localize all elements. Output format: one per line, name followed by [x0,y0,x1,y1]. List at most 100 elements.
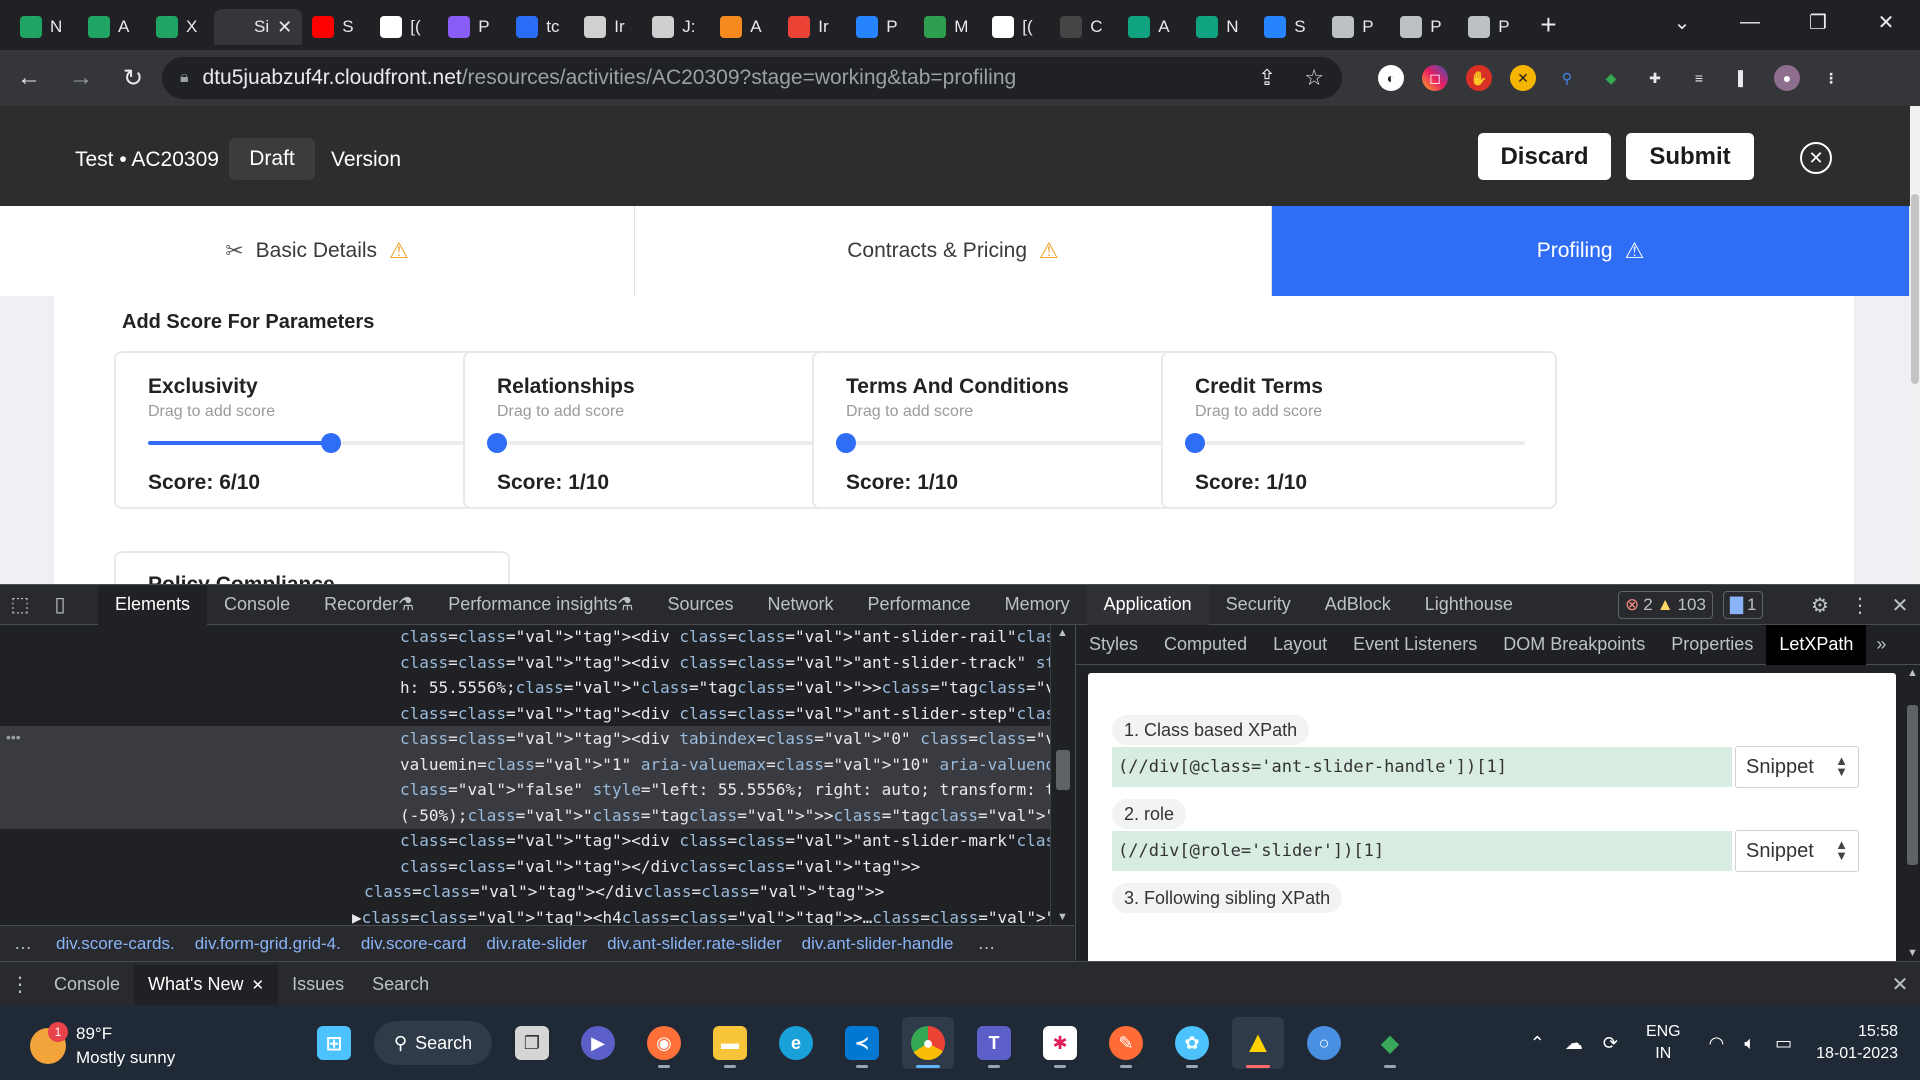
extension-instagram-icon[interactable]: ◻ [1422,65,1448,91]
breadcrumb-item[interactable]: div.rate-slider [476,934,597,954]
devtools-tab[interactable]: Console [207,585,307,625]
browser-tab[interactable]: C [1050,9,1118,45]
start-button[interactable]: ⊞ [308,1017,360,1069]
devtools-tab[interactable]: Recorder ⚗ [307,585,431,625]
settings-gear-icon[interactable]: ⚙ [1800,585,1840,625]
browser-tab[interactable]: P [1322,9,1390,45]
elements-scrollbar[interactable]: ▲ ▼ [1050,625,1074,925]
devtools-close-icon[interactable]: ✕ [1880,585,1920,625]
sidebar-tab[interactable]: Styles [1076,625,1151,665]
inspect-element-icon[interactable]: ⬚ [0,585,40,625]
address-bar[interactable]: 🔒︎ dtu5juabzuf4r.cloudfront.net /resourc… [162,57,1342,99]
browser-tab[interactable]: Si ✕ [214,9,303,45]
discard-button[interactable]: Discard [1478,133,1611,180]
extension-code-icon[interactable]: ◆ [1598,65,1624,91]
sidebar-tab[interactable]: Properties [1658,625,1766,665]
taskbar-app-edge[interactable]: e [770,1017,822,1069]
extension-circle-icon[interactable]: ◐ [1378,65,1404,91]
sidebar-tab[interactable]: Layout [1260,625,1340,665]
scroll-up-icon[interactable]: ▲ [1057,627,1068,639]
sidebar-scrollbar[interactable]: ▲ ▼ [1904,665,1920,961]
browser-tab[interactable]: A [1118,9,1186,45]
window-close-icon[interactable]: ✕ [1852,0,1920,44]
minimize-icon[interactable]: — [1716,0,1784,44]
devtools-tab[interactable]: Memory [988,585,1087,625]
breadcrumb-item[interactable]: div.ant-slider.rate-slider [597,934,791,954]
browser-tab[interactable]: S [302,9,370,45]
wifi-icon[interactable]: ◠ [1699,1033,1735,1054]
browser-tab[interactable]: Ir [778,9,846,45]
browser-tab[interactable]: N [10,9,78,45]
error-badge[interactable]: ⊗ 2 ▲ 103 [1618,591,1713,619]
taskbar-app-vscode[interactable]: ≺ [836,1017,888,1069]
devtools-tab[interactable]: Performance [851,585,988,625]
snippet-select[interactable]: Snippet ▲ ▼ [1735,830,1859,872]
drawer-tab[interactable]: Search [358,965,443,1005]
extensions-puzzle-icon[interactable]: ✚ [1642,65,1668,91]
sync-icon[interactable]: ⟳ [1593,1033,1628,1054]
submit-button[interactable]: Submit [1626,133,1754,180]
taskbar-app-alert[interactable]: ▲ [1232,1017,1284,1069]
slider-handle[interactable] [487,433,507,453]
scroll-up-icon[interactable]: ▲ [1907,667,1918,679]
devtools-badges[interactable]: ⊗ 2 ▲ 103 ▇ 1 [1618,591,1764,619]
drawer-close-icon[interactable]: ✕ [1880,964,1920,1004]
onedrive-cloud-icon[interactable]: ☁ [1555,1033,1593,1054]
device-toolbar-icon[interactable]: ▯ [40,585,80,625]
drawer-tab[interactable]: Issues [278,965,358,1005]
page-scrollbar[interactable] [1910,106,1920,584]
close-icon[interactable]: ✕ [1800,142,1832,174]
breadcrumb-item[interactable]: div.form-grid.grid-4. [185,934,351,954]
close-icon[interactable]: ✕ [252,976,265,994]
xpath-value[interactable]: (//div[@role='slider'])[1] [1112,831,1732,871]
taskbar-app-meet[interactable]: ▶ [572,1017,624,1069]
score-slider[interactable] [487,433,827,453]
browser-tab[interactable]: P [1458,9,1526,45]
share-icon[interactable]: ⇪ [1258,65,1276,91]
profile-avatar[interactable]: ● [1774,65,1800,91]
drawer-menu-icon[interactable]: ⋮ [0,965,40,1005]
devtools-tab[interactable]: Security [1209,585,1308,625]
taskbar-app-postman[interactable]: ✎ [1100,1017,1152,1069]
scroll-down-icon[interactable]: ▼ [1907,947,1918,959]
tab-search-chevron-icon[interactable]: ⌄ [1648,0,1716,44]
taskbar-app-chrome[interactable]: ● [902,1017,954,1069]
browser-tab[interactable]: tc [506,9,574,45]
devtools-menu-icon[interactable]: ⋮ [1840,585,1880,625]
more-tabs-icon[interactable]: » [1866,625,1896,665]
breadcrumb-item[interactable]: div.score-cards. [46,934,185,954]
restore-icon[interactable]: ❐ [1784,0,1852,44]
task-view-button[interactable]: ❐ [506,1017,558,1069]
devtools-tab[interactable]: Elements [98,584,208,625]
scroll-down-icon[interactable]: ▼ [1057,911,1068,923]
taskbar-app-slack[interactable]: ✱ [1034,1017,1086,1069]
devtools-tab[interactable]: AdBlock [1308,585,1408,625]
side-panel-icon[interactable]: ▌ [1730,65,1756,91]
language-indicator[interactable]: ENG IN [1628,1021,1699,1065]
tab-basic-details[interactable]: ✂ Basic Details ⚠ [0,206,635,296]
devtools-tab[interactable]: Sources [650,585,750,625]
score-slider[interactable] [148,433,478,453]
elements-scrollbar-thumb[interactable] [1056,750,1070,790]
score-slider[interactable] [836,433,1176,453]
new-tab-button[interactable]: + [1540,9,1556,41]
clock[interactable]: 15:58 18-01-2023 [1802,1021,1920,1065]
browser-tab[interactable]: [( [982,9,1050,45]
elements-tree[interactable]: ••• class=class="val">"tag"><div class=c… [0,625,1074,925]
drawer-tab[interactable]: Console [40,965,134,1005]
taskbar-app-firefox[interactable]: ◉ [638,1017,690,1069]
slider-handle[interactable] [1185,433,1205,453]
sidebar-tab[interactable]: Event Listeners [1340,625,1490,665]
breadcrumb-more-icon[interactable]: … [963,933,1009,954]
browser-tab[interactable]: P [1390,9,1458,45]
devtools-tab[interactable]: Network [751,585,851,625]
browser-tab[interactable]: A [78,9,146,45]
devtools-tab[interactable]: Lighthouse [1408,585,1530,625]
taskbar-app-teams[interactable]: T [968,1017,1020,1069]
taskbar-app-paint[interactable]: ✿ [1166,1017,1218,1069]
show-hidden-icons-chevron-icon[interactable]: ⌃ [1520,1033,1555,1054]
drawer-tab[interactable]: What's New ✕ [134,964,279,1005]
slider-handle[interactable] [321,433,342,453]
extension-magnifier-icon[interactable]: ⚲ [1554,65,1580,91]
browser-tab[interactable]: P [438,9,506,45]
